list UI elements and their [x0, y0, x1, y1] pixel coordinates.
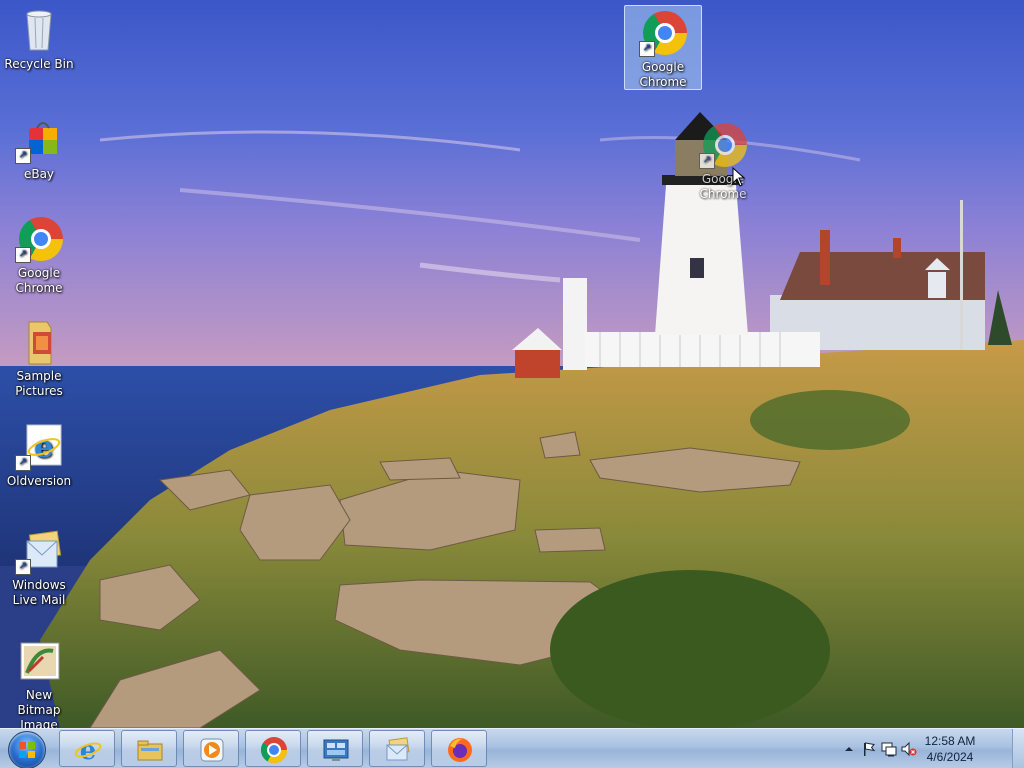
network-icon[interactable] [881, 741, 897, 757]
volume-muted-icon[interactable] [901, 741, 917, 757]
show-hidden-icons-icon[interactable] [841, 741, 857, 757]
chrome-icon: ↗ [699, 121, 747, 169]
desktop-icon-google-chrome[interactable]: ↗ Google Chrome [1, 215, 77, 296]
clock-time: 12:58 AM [924, 734, 976, 748]
taskbar-button-firefox[interactable] [431, 730, 487, 767]
internet-explorer-icon: e [74, 736, 102, 764]
control-panel-icon [323, 739, 349, 761]
folder-pictures-icon [15, 318, 63, 366]
mail-icon [386, 737, 410, 761]
desktop-icon-label: New Bitmap Image [17, 688, 61, 732]
taskbar-clock[interactable]: 12:58 AM 4/6/2024 [918, 733, 982, 765]
taskbar-button-control-panel[interactable] [307, 730, 363, 767]
desktop-icon-oldversion[interactable]: e ↗ Oldversion [1, 423, 77, 489]
desktop-icon-google-chrome-selected[interactable]: ↗ Google Chrome [624, 5, 702, 90]
desktop-icon-label: Google Chrome [639, 60, 687, 89]
shortcut-arrow-icon: ↗ [639, 41, 655, 57]
taskbar-button-internet-explorer[interactable]: e [59, 730, 115, 767]
svg-text:e: e [80, 736, 97, 764]
desktop-icon-label: Oldversion [6, 474, 72, 488]
desktop-icon-sample-pictures[interactable]: Sample Pictures [1, 318, 77, 399]
firefox-icon [448, 738, 472, 762]
chrome-icon [260, 737, 288, 764]
show-desktop-button[interactable] [1012, 729, 1024, 768]
mouse-cursor-icon [732, 167, 746, 187]
svg-text:e: e [34, 430, 53, 465]
desktop-icon-google-chrome-drag-ghost: ↗ Google Chrome [685, 121, 761, 202]
desktop-icon-label: Windows Live Mail [12, 578, 66, 607]
start-button[interactable] [4, 730, 48, 768]
taskbar-button-windows-explorer[interactable] [121, 730, 177, 767]
action-center-flag-icon[interactable] [861, 741, 877, 757]
desktop-icon-new-bitmap-image[interactable]: New Bitmap Image [1, 637, 77, 733]
windows-live-mail-icon: ↗ [15, 527, 63, 575]
recycle-bin-icon [15, 6, 63, 54]
desktop-icon-label: Recycle Bin [4, 57, 74, 71]
internet-explorer-icon: e ↗ [15, 423, 63, 471]
shortcut-arrow-icon: ↗ [15, 559, 31, 575]
desktop-icon-label: Sample Pictures [15, 369, 63, 398]
media-player-icon [200, 738, 224, 762]
bitmap-image-icon [15, 637, 63, 685]
chrome-icon: ↗ [639, 9, 687, 57]
clock-date: 4/6/2024 [926, 750, 974, 764]
shortcut-arrow-icon: ↗ [15, 247, 31, 263]
shortcut-arrow-icon: ↗ [699, 153, 715, 169]
desktop-icon-recycle-bin[interactable]: Recycle Bin [1, 6, 77, 72]
chrome-icon: ↗ [15, 215, 63, 263]
shortcut-arrow-icon: ↗ [15, 148, 31, 164]
desktop[interactable]: Recycle Bin ↗ eBay ↗ Google Chrome Sampl… [0, 0, 1024, 768]
ebay-icon: ↗ [15, 116, 63, 164]
system-tray: 12:58 AM 4/6/2024 [835, 729, 1010, 768]
desktop-icon-windows-live-mail[interactable]: ↗ Windows Live Mail [1, 527, 77, 608]
file-explorer-icon [137, 740, 163, 761]
taskbar: e 12:58 AM 4/6/2024 [0, 728, 1024, 768]
taskbar-button-windows-live-mail[interactable] [369, 730, 425, 767]
desktop-icon-label: Google Chrome [15, 266, 63, 295]
taskbar-button-media-player[interactable] [183, 730, 239, 767]
wallpaper-lighthouse-image [0, 0, 1024, 728]
windows-start-orb-icon [8, 731, 46, 768]
desktop-icon-label: eBay [23, 167, 55, 181]
shortcut-arrow-icon: ↗ [15, 455, 31, 471]
desktop-icon-ebay[interactable]: ↗ eBay [1, 116, 77, 182]
desktop-icon-label: Google Chrome [699, 172, 747, 201]
taskbar-button-google-chrome[interactable] [245, 730, 301, 767]
